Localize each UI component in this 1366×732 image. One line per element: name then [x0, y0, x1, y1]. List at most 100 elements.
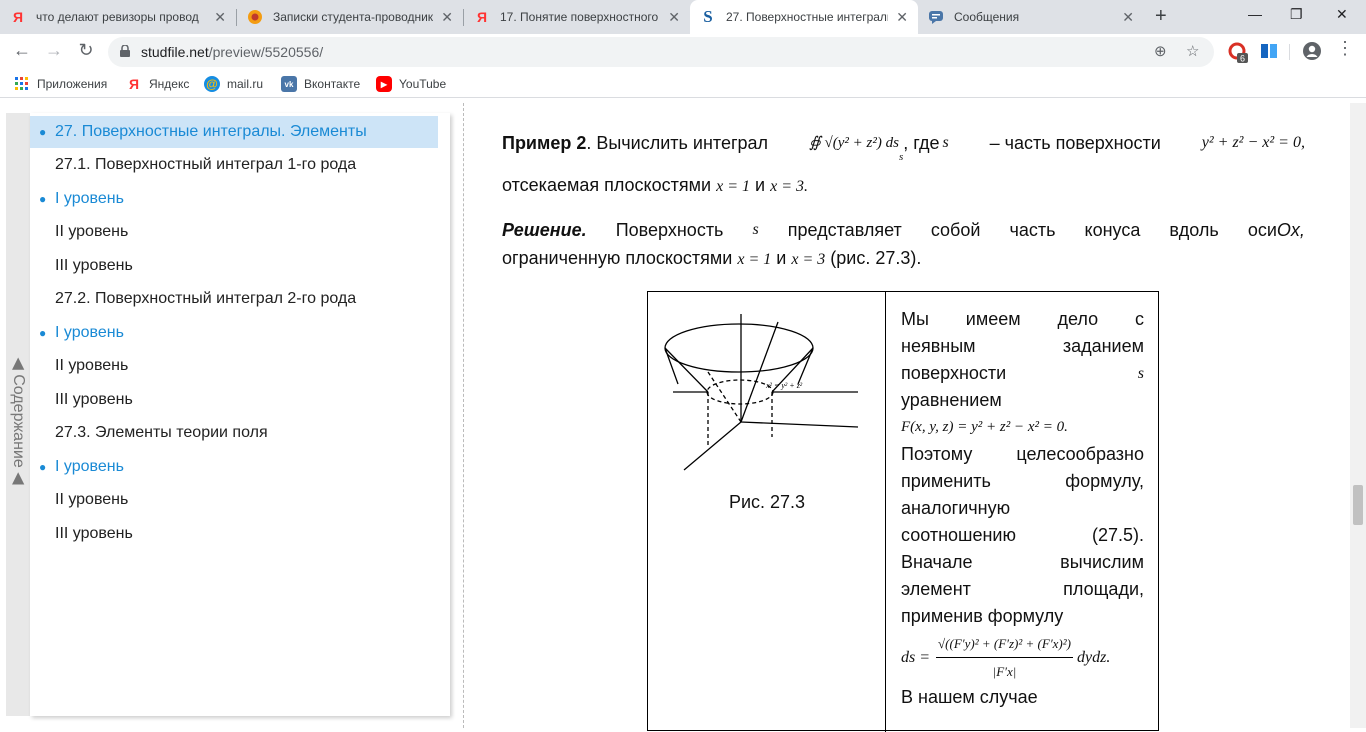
window-close-icon[interactable]: ✕ — [1336, 6, 1348, 23]
toc-toggle-tab[interactable]: ◀ Содержание ◀ — [6, 346, 32, 496]
bookmark-label: mail.ru — [227, 77, 264, 91]
yandex-icon: Я — [128, 76, 140, 92]
ds-rhs: dydz. — [1077, 648, 1111, 666]
where-text: , где — [903, 133, 940, 153]
toc-item[interactable]: ● I уровень — [30, 183, 438, 215]
tab-1[interactable]: Я что делают ревизоры провод ✕ — [0, 0, 236, 34]
messages-icon — [928, 9, 944, 25]
word: поверхности — [901, 363, 1007, 383]
example-text: . Вычислить интеграл — [586, 133, 769, 153]
plane-x3: x = 3 — [791, 251, 826, 268]
example-intro: Пример 2. Вычислить интеграл — [502, 129, 768, 171]
url-host: studfile.net — [141, 44, 209, 60]
toc-list: ● 27. Поверхностные интегралы. Элементы 2… — [30, 113, 450, 716]
variable: s — [1137, 365, 1144, 382]
extension-badge-icon[interactable]: 6 — [1228, 42, 1248, 64]
extension-bookmark-icon[interactable] — [1260, 42, 1278, 60]
cut-text: отсекаемая плоскостями — [502, 175, 712, 195]
bookmark-apps[interactable]: Приложения — [14, 76, 107, 92]
bookmark-label: Приложения — [37, 77, 108, 91]
word: целесообразно — [1016, 444, 1144, 464]
integral-formula: ∯ √(y² + z²) ds s, где s — [809, 129, 949, 171]
toc-item[interactable]: ● I уровень — [30, 451, 438, 483]
scrollbar-thumb[interactable] — [1353, 485, 1363, 525]
toc-item[interactable]: II уровень — [30, 216, 438, 248]
page-scrollbar[interactable] — [1350, 103, 1366, 728]
word: элемент — [901, 579, 971, 599]
word: (27.5). — [1091, 525, 1144, 545]
restore-icon[interactable]: ❐ — [1290, 6, 1303, 23]
toc-item[interactable]: ● 27. Поверхностные интегралы. Элементы — [30, 116, 438, 148]
studfile-icon: S — [703, 7, 713, 26]
cone-figure: x² = y² + z² — [664, 314, 859, 471]
tab-title: 27. Поверхностные интеграль — [726, 10, 889, 24]
toc-item[interactable]: III уровень — [30, 250, 438, 282]
toc-item-label: 27.1. Поверхностный интеграл 1-го рода — [55, 156, 357, 173]
youtube-icon: ▶ — [376, 76, 392, 92]
toc-item[interactable]: 27.2. Поверхностный интеграл 2-го рода — [30, 283, 438, 315]
sidebar: ◀ Содержание ◀ ● 27. Поверхностные интегр… — [0, 103, 463, 728]
toc-item-label: III уровень — [55, 257, 133, 274]
text-line: уравнением — [901, 387, 1144, 414]
tab-title: Записки студента-проводник — [273, 10, 434, 24]
tab-title: Сообщения — [954, 10, 1020, 24]
menu-kebab-icon[interactable]: ⋮ — [1333, 38, 1357, 59]
profile-avatar-icon[interactable] — [1303, 42, 1321, 60]
bookmark-mailru[interactable]: @ mail.ru — [204, 76, 263, 92]
bookmark-star-icon[interactable]: ☆ — [1186, 42, 1199, 60]
close-icon[interactable]: ✕ — [896, 9, 908, 26]
tab-4-active[interactable]: S 27. Поверхностные интеграль ✕ — [690, 0, 918, 34]
and-text: и — [755, 175, 766, 195]
yandex-icon: Я — [12, 9, 24, 25]
tab-3[interactable]: Я 17. Понятие поверхностного ✕ — [464, 0, 690, 34]
text-line: элемент площади, — [901, 576, 1144, 603]
toc-item[interactable]: 27.1. Поверхностный интеграл 1-го рода — [30, 149, 438, 181]
tab-5[interactable]: Сообщения ✕ — [918, 0, 1144, 34]
figure-caption: Рис. 27.3 — [728, 492, 806, 512]
solution-word: Поверхность — [615, 220, 724, 240]
toc-item[interactable]: II уровень — [30, 484, 438, 516]
close-icon[interactable]: ✕ — [441, 9, 453, 26]
new-tab-icon[interactable]: + — [1155, 5, 1167, 28]
close-icon[interactable]: ✕ — [668, 9, 680, 26]
word: соотношению — [901, 525, 1016, 545]
address-bar[interactable]: studfile.net/preview/5520556/ ⊕ ☆ — [108, 37, 1214, 67]
tab-title: что делают ревизоры провод — [36, 10, 199, 24]
bookmark-label: Яндекс — [149, 77, 190, 91]
close-icon[interactable]: ✕ — [1122, 9, 1134, 26]
bookmark-yandex[interactable]: Я Яндекс — [126, 76, 189, 92]
toc-item-label: 27.3. Элементы теории поля — [55, 424, 268, 441]
bullet-icon: ● — [39, 125, 47, 139]
zoom-icon[interactable]: ⊕ — [1154, 42, 1167, 60]
minimize-icon[interactable]: — — [1248, 6, 1262, 22]
close-icon[interactable]: ✕ — [214, 9, 226, 26]
solution-word: оси — [1247, 220, 1277, 240]
example-label: Пример 2 — [502, 133, 587, 153]
toc-item-label: I уровень — [55, 324, 124, 341]
figure-reference: (рис. 27.3). — [830, 248, 922, 268]
toc-item[interactable]: II уровень — [30, 350, 438, 382]
text-line: Вначале вычислим — [901, 549, 1144, 576]
toc-item[interactable]: III уровень — [30, 518, 438, 550]
toc-item[interactable]: III уровень — [30, 384, 438, 416]
bookmark-vk[interactable]: vk Вконтакте — [281, 76, 360, 92]
word: вычислим — [1060, 552, 1144, 572]
bounded-text: ограниченную плоскостями — [502, 248, 733, 268]
reload-icon[interactable]: ↻ — [74, 40, 98, 61]
toc-item[interactable]: ● I уровень — [30, 317, 438, 349]
back-arrow-icon[interactable]: ← — [10, 40, 34, 61]
toc-item-label: II уровень — [55, 223, 129, 240]
bookmark-youtube[interactable]: ▶ YouTube — [376, 76, 446, 92]
word: аналогичную — [901, 498, 1011, 518]
forward-arrow-icon[interactable]: → — [42, 40, 66, 61]
and-text: и — [776, 248, 787, 268]
figure-table: x² = y² + z² Рис. 27.3 Мы имеем дело с неяв… — [647, 291, 1159, 732]
bookmark-label: YouTube — [399, 77, 447, 91]
word: применив формулу — [901, 606, 1064, 626]
word: заданием — [1062, 336, 1144, 356]
word: Поэтому — [901, 444, 973, 464]
tab-2[interactable]: Записки студента-проводник ✕ — [237, 0, 463, 34]
text-line: применив формулу — [901, 603, 1144, 630]
bullet-icon: ● — [39, 192, 47, 206]
toc-item[interactable]: 27.3. Элементы теории поля — [30, 417, 438, 449]
